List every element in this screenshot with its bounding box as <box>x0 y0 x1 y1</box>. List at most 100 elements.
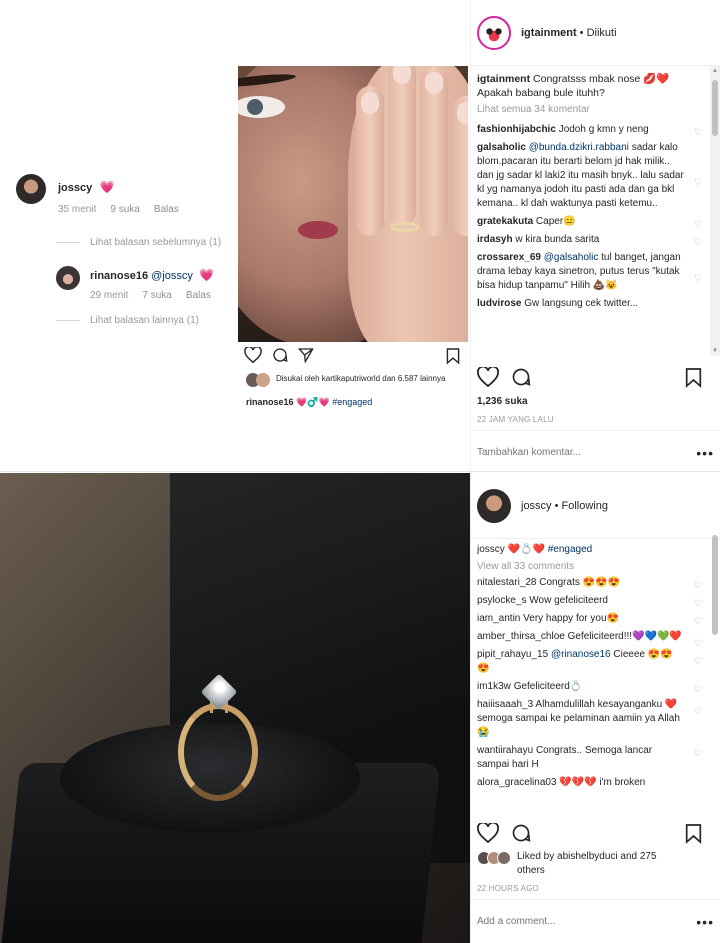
post-caption: rinanose16 💗♂️💗 #engaged <box>246 397 372 408</box>
heart-icon[interactable]: ♡ <box>694 596 702 610</box>
share-icon[interactable] <box>298 347 314 363</box>
follow-status[interactable]: • Following <box>552 500 608 512</box>
comment-username[interactable]: im1k3w <box>477 681 511 692</box>
caption-username[interactable]: rinanose16 <box>246 397 294 407</box>
heart-icon[interactable]: ♡ <box>694 235 702 249</box>
heart-icon[interactable]: ♡ <box>694 125 702 139</box>
comment-username[interactable]: pipit_rahayu_15 <box>477 649 548 660</box>
follow-status[interactable]: • Diikuti <box>577 27 617 39</box>
post-liked-by[interactable]: Disukai oleh kartikaputriworld dan 6.587… <box>246 373 446 387</box>
more-icon[interactable]: ••• <box>696 445 714 461</box>
comment-time: 35 menit <box>58 204 97 215</box>
panel-header: igtainment • Diikuti <box>471 0 720 66</box>
igtainment-comment-panel: igtainment • Diikuti igtainment Congrats… <box>470 0 720 472</box>
comment-username[interactable]: josscy <box>477 544 505 555</box>
comment-username[interactable]: wantiirahayu <box>477 745 533 756</box>
bookmark-icon[interactable] <box>685 367 702 388</box>
nail <box>457 102 468 124</box>
heart-icon[interactable]: ♡ <box>694 704 702 718</box>
list-item: iam_antin Very happy for you😍 ♡ <box>477 612 706 626</box>
reply-mention[interactable]: @josscy <box>151 270 193 282</box>
comment-username[interactable]: psylocke_s <box>477 595 526 606</box>
comment-username[interactable]: igtainment <box>477 73 530 85</box>
heart-icon[interactable]: ♡ <box>694 217 702 231</box>
avatar[interactable] <box>477 488 511 523</box>
header-username[interactable]: josscy <box>521 500 552 512</box>
pink-heart-icon: 💗 <box>99 180 115 194</box>
bookmark-icon[interactable] <box>446 347 460 365</box>
heart-icon[interactable] <box>477 823 499 843</box>
post-photo-hand-ring[interactable] <box>238 66 468 342</box>
hashtag-link[interactable]: #engaged <box>548 544 593 555</box>
finger <box>452 96 468 236</box>
scroll-up-icon[interactable]: ▲ <box>712 68 718 74</box>
heart-icon[interactable]: ♡ <box>694 271 702 285</box>
reply-body: rinanose16 @josscy 💗 29 menit 7 suka Bal… <box>90 266 214 301</box>
comment-scrollbar[interactable] <box>710 535 720 815</box>
comment-username[interactable]: galsaholic <box>477 142 526 153</box>
post-photo-ring-box[interactable] <box>0 473 470 943</box>
heart-icon[interactable]: ♡ <box>694 578 702 592</box>
panel-action-bar <box>477 823 712 853</box>
comment-username[interactable]: irdasyh <box>477 234 513 245</box>
heart-icon[interactable]: ♡ <box>694 175 702 189</box>
list-item: gratekakuta Caper😑 ♡ <box>477 215 706 229</box>
header-username[interactable]: igtainment <box>521 27 577 39</box>
view-previous-replies-label[interactable]: Lihat balasan sebelumnya (1) <box>90 237 221 248</box>
comment-username[interactable]: ludvirose <box>477 298 521 309</box>
avatar[interactable] <box>477 15 511 50</box>
post-timestamp: 22 HOURS AGO <box>477 884 539 893</box>
comment-username[interactable]: gratekakuta <box>477 216 533 227</box>
comment-username[interactable]: iam_antin <box>477 613 520 624</box>
reply-likes[interactable]: 7 suka <box>142 290 171 301</box>
avatar <box>256 373 270 387</box>
scrollbar-thumb[interactable] <box>712 80 718 136</box>
heart-icon[interactable]: ♡ <box>694 682 702 696</box>
view-previous-replies[interactable]: Lihat balasan sebelumnya (1) <box>56 237 231 248</box>
more-icon[interactable]: ••• <box>696 914 714 930</box>
reply-username[interactable]: rinanose16 <box>90 270 148 282</box>
comment-username[interactable]: alora_gracelina03 <box>477 777 557 788</box>
scroll-down-icon[interactable]: ▼ <box>712 348 718 354</box>
comment-icon[interactable] <box>511 823 531 843</box>
list-item: nitalestari_28 Congrats 😍😍😍 ♡ <box>477 576 706 590</box>
comment-scrollbar[interactable]: ▲ ▼ <box>710 66 720 356</box>
avatar[interactable] <box>16 174 46 204</box>
bookmark-icon[interactable] <box>685 823 702 844</box>
comment-body: josscy 💗 35 menit 9 suka Balas <box>58 174 179 215</box>
avatar[interactable] <box>56 266 80 290</box>
comment-username[interactable]: crossarex_69 <box>477 252 541 263</box>
add-comment-input[interactable] <box>477 916 697 927</box>
view-all-comments-link[interactable]: Lihat semua 34 komentar <box>477 104 706 115</box>
hashtag-link[interactable]: #engaged <box>332 397 372 407</box>
view-more-replies[interactable]: Lihat balasan lainnya (1) <box>56 315 231 326</box>
likes-count[interactable]: 1,236 suka <box>477 396 528 407</box>
liked-by-text[interactable]: Liked by abishelbyduci and 275 others <box>517 850 667 878</box>
heart-icon[interactable]: ♡ <box>694 746 702 760</box>
comment-icon[interactable] <box>511 367 531 387</box>
heart-icon[interactable] <box>477 367 499 387</box>
comment-username[interactable]: josscy <box>58 182 92 194</box>
comment-username[interactable]: nitalestari_28 <box>477 577 536 588</box>
comment-mention[interactable]: @rinanose16 <box>551 649 611 660</box>
post-liked-by[interactable]: Liked by abishelbyduci and 275 others <box>477 850 667 878</box>
scrollbar-thumb[interactable] <box>712 535 718 635</box>
nail <box>425 72 443 94</box>
heart-icon[interactable] <box>244 347 262 363</box>
view-more-replies-label[interactable]: Lihat balasan lainnya (1) <box>90 315 199 326</box>
reply-button[interactable]: Balas <box>154 204 179 215</box>
comment-icon[interactable] <box>272 347 288 363</box>
comment-mention[interactable]: @galsaholic <box>544 252 599 263</box>
view-all-comments-link[interactable]: View all 33 comments <box>477 561 706 572</box>
add-comment-input[interactable] <box>477 447 697 458</box>
comment-username[interactable]: amber_thirsa_chloe <box>477 631 565 642</box>
reply-button[interactable]: Balas <box>186 290 211 301</box>
comment-likes[interactable]: 9 suka <box>110 204 139 215</box>
heart-icon[interactable]: ♡ <box>694 654 702 668</box>
comment-username[interactable]: fashionhijabchic <box>477 124 556 135</box>
heart-icon[interactable]: ♡ <box>694 614 702 628</box>
comment-mention[interactable]: @bunda.dzikri.rabbani <box>529 142 629 153</box>
comment-username[interactable]: haiiisaaah_3 <box>477 699 533 710</box>
gold-ring <box>178 703 258 801</box>
liked-by-text[interactable]: Disukai oleh kartikaputriworld dan 6.587… <box>276 373 445 387</box>
